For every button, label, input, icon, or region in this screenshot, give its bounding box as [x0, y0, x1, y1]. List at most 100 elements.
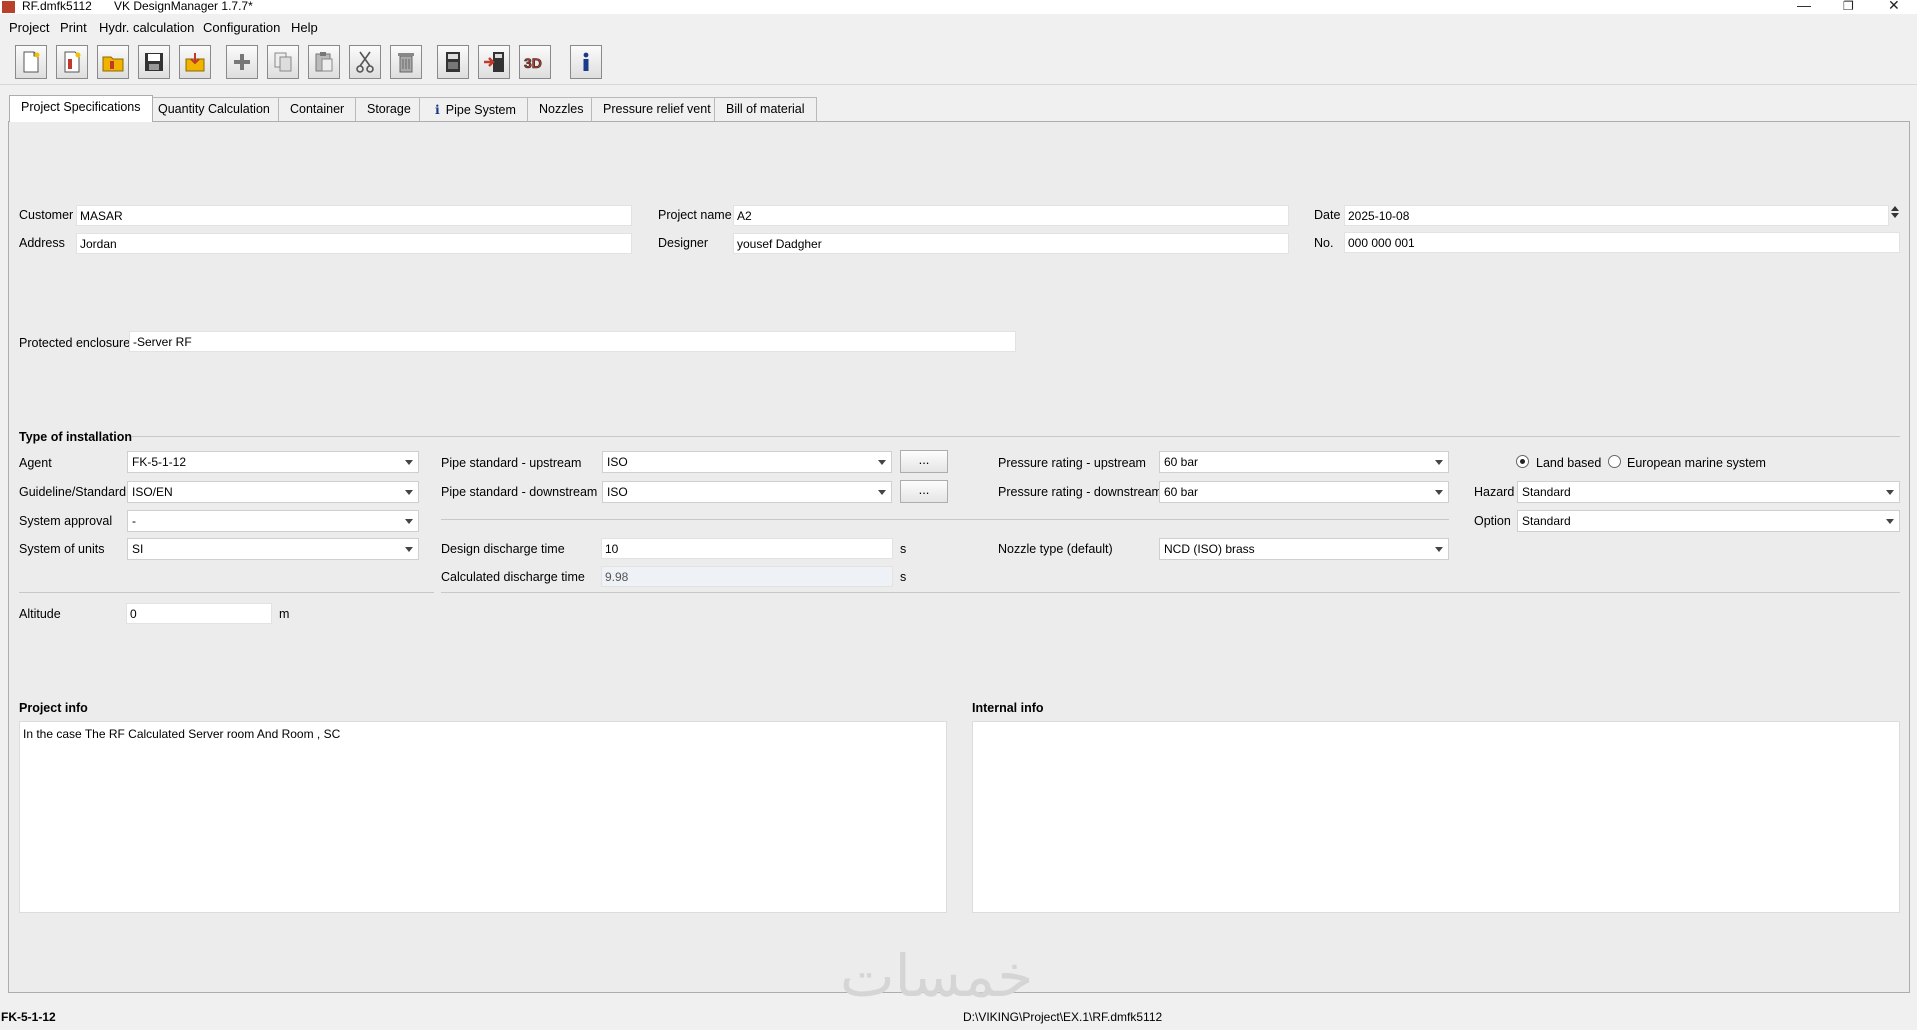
hazard-select[interactable]: Standard	[1517, 481, 1900, 503]
save-icon	[145, 53, 163, 71]
tab-nozzles[interactable]: Nozzles	[527, 97, 596, 121]
protected-enclosure-label: Protected enclosure	[19, 336, 131, 350]
cut-icon	[356, 51, 374, 73]
cut-button[interactable]	[349, 45, 381, 79]
menu-configuration[interactable]: Configuration	[203, 20, 280, 35]
copy-button[interactable]	[267, 45, 299, 79]
delete-button[interactable]	[390, 45, 422, 79]
title-bar: RF.dmfk5112 VK DesignManager 1.7.7* — ❐ …	[0, 0, 1917, 14]
designer-input[interactable]	[733, 233, 1289, 254]
date-label: Date	[1314, 208, 1341, 222]
tab-storage[interactable]: Storage	[355, 97, 423, 121]
protected-enclosure-input[interactable]	[129, 331, 1016, 352]
pipe-standard-downstream-label: Pipe standard - downstream	[441, 485, 598, 499]
pipe-divider	[441, 519, 1449, 520]
agent-value: FK-5-1-12	[132, 455, 187, 469]
restore-icon[interactable]: ❐	[1843, 0, 1854, 13]
option-select[interactable]: Standard	[1517, 510, 1900, 532]
tab-bill-of-material[interactable]: Bill of material	[714, 97, 817, 121]
save-button[interactable]	[138, 45, 170, 79]
pipe-standard-upstream-value: ISO	[607, 455, 628, 469]
pressure-rating-downstream-value: 60 bar	[1164, 485, 1199, 499]
number-input[interactable]	[1344, 232, 1900, 253]
pipe-standard-downstream-browse-button[interactable]: ...	[900, 480, 948, 503]
pipe-standard-downstream-select[interactable]: ISO	[602, 481, 892, 503]
tab-pipe-system-label: Pipe System	[445, 103, 516, 117]
calculator-icon	[446, 52, 460, 72]
new-project-button[interactable]	[56, 45, 88, 79]
tab-container[interactable]: Container	[278, 97, 357, 121]
nozzle-type-label: Nozzle type (default)	[998, 542, 1113, 556]
land-based-label: Land based	[1536, 456, 1602, 470]
address-label: Address	[19, 236, 65, 250]
hazard-label: Hazard	[1474, 485, 1515, 499]
pressure-rating-downstream-select[interactable]: 60 bar	[1159, 481, 1449, 503]
european-marine-radio[interactable]	[1608, 455, 1621, 468]
altitude-input[interactable]	[126, 603, 272, 624]
calculate-button[interactable]	[437, 45, 469, 79]
new-doc-button[interactable]	[15, 45, 47, 79]
minimize-icon[interactable]: —	[1797, 0, 1811, 12]
chevron-down-icon	[1886, 490, 1894, 495]
add-button[interactable]	[226, 45, 258, 79]
pipe-standard-upstream-select[interactable]: ISO	[602, 451, 892, 473]
design-discharge-time-input[interactable]	[601, 538, 893, 559]
paste-button[interactable]	[308, 45, 340, 79]
section-divider	[132, 436, 1900, 437]
info-icon: i	[435, 102, 440, 117]
tab-pressure-relief-vent[interactable]: Pressure relief vent	[591, 97, 723, 121]
date-spinner[interactable]	[1890, 204, 1900, 220]
pressure-rating-upstream-select[interactable]: 60 bar	[1159, 451, 1449, 473]
new-doc-icon	[23, 51, 40, 73]
spinner-down-icon[interactable]	[1891, 213, 1899, 218]
menu-project[interactable]: Project	[9, 20, 49, 35]
internal-info-textarea[interactable]	[972, 721, 1900, 913]
svg-text:3D: 3D	[524, 55, 542, 71]
customer-input[interactable]	[76, 205, 632, 226]
project-info-textarea[interactable]: In the case The RF Calculated Server roo…	[19, 721, 947, 913]
guideline-select[interactable]: ISO/EN	[127, 481, 419, 503]
import-icon	[185, 53, 205, 72]
pressure-rating-upstream-value: 60 bar	[1164, 455, 1199, 469]
project-name-input[interactable]	[733, 205, 1289, 226]
tab-quantity-calculation[interactable]: Quantity Calculation	[146, 97, 282, 121]
chevron-down-icon	[878, 460, 886, 465]
spinner-up-icon[interactable]	[1891, 206, 1899, 211]
chevron-down-icon	[405, 490, 413, 495]
nozzle-type-select[interactable]: NCD (ISO) brass	[1159, 538, 1449, 560]
pressure-rating-downstream-label: Pressure rating - downstream	[998, 485, 1162, 499]
agent-label: Agent	[19, 456, 52, 470]
tab-project-specifications[interactable]: Project Specifications	[9, 95, 153, 122]
calculated-discharge-time-unit: s	[900, 570, 907, 584]
menu-print[interactable]: Print	[60, 20, 87, 35]
date-input[interactable]	[1344, 205, 1889, 226]
discharge-divider	[441, 592, 1900, 593]
tab-pipe-system[interactable]: i Pipe System	[419, 97, 528, 121]
system-approval-label: System approval	[19, 514, 113, 528]
chevron-down-icon	[405, 519, 413, 524]
address-input[interactable]	[76, 233, 632, 254]
status-agent: FK-5-1-12	[1, 1010, 56, 1024]
info-button[interactable]	[570, 45, 602, 79]
export-calc-button[interactable]	[478, 45, 510, 79]
system-of-units-select[interactable]: SI	[127, 538, 419, 560]
menu-help[interactable]: Help	[291, 20, 318, 35]
system-approval-select[interactable]: -	[127, 510, 419, 532]
menu-hydr-calculation[interactable]: Hydr. calculation	[99, 20, 194, 35]
agent-select[interactable]: FK-5-1-12	[127, 451, 419, 473]
import-button[interactable]	[179, 45, 211, 79]
status-bar: FK-5-1-12 D:\VIKING\Project\EX.1\RF.dmfk…	[0, 1005, 1917, 1030]
land-based-radio[interactable]	[1516, 455, 1529, 468]
app-icon	[2, 1, 15, 13]
3d-view-button[interactable]: 3D	[519, 45, 551, 79]
close-icon[interactable]: ✕	[1888, 0, 1900, 12]
design-discharge-time-label: Design discharge time	[441, 542, 565, 556]
watermark-logo: خمسات	[840, 942, 1034, 1010]
pipe-standard-downstream-value: ISO	[607, 485, 628, 499]
pipe-standard-upstream-browse-button[interactable]: ...	[900, 450, 948, 473]
calculated-discharge-time-label: Calculated discharge time	[441, 570, 585, 584]
3d-view-icon: 3D	[524, 55, 543, 72]
project-info-label: Project info	[19, 701, 88, 715]
open-project-button[interactable]	[97, 45, 129, 79]
altitude-unit: m	[279, 607, 290, 621]
